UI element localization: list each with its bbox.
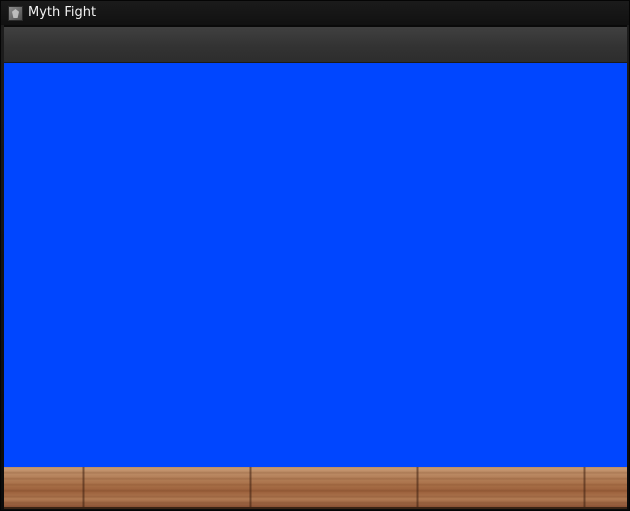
top-toolbar: [4, 27, 627, 63]
title-bar[interactable]: Myth Fight: [1, 1, 629, 25]
wood-floor: [4, 467, 627, 507]
game-client-area: [4, 25, 627, 509]
floor-edge: [4, 507, 627, 509]
app-window: Myth Fight: [0, 0, 630, 511]
window-title: Myth Fight: [28, 5, 97, 20]
app-icon[interactable]: [8, 6, 23, 21]
game-stage[interactable]: [4, 63, 627, 467]
